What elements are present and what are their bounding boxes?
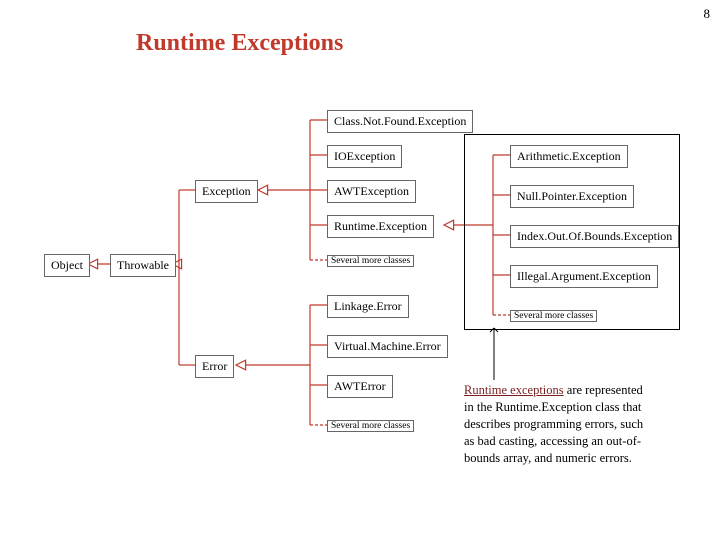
node-ioexception: IOException: [327, 145, 402, 168]
caption-error-more: Several more classes: [327, 420, 414, 432]
node-awtexception: AWTException: [327, 180, 416, 203]
node-error: Error: [195, 355, 234, 378]
highlight-runtime-group: [464, 134, 680, 330]
description-text: Runtime exceptions are represented in th…: [464, 382, 654, 466]
description-lead: Runtime exceptions: [464, 383, 564, 397]
node-throwable: Throwable: [110, 254, 176, 277]
node-exception: Exception: [195, 180, 258, 203]
node-classnotfound: Class.Not.Found.Exception: [327, 110, 473, 133]
node-virtualmachineerror: Virtual.Machine.Error: [327, 335, 448, 358]
caption-exception-more: Several more classes: [327, 255, 414, 267]
node-object: Object: [44, 254, 90, 277]
node-runtimeexception: Runtime.Exception: [327, 215, 434, 238]
node-awterror: AWTError: [327, 375, 393, 398]
node-linkageerror: Linkage.Error: [327, 295, 409, 318]
